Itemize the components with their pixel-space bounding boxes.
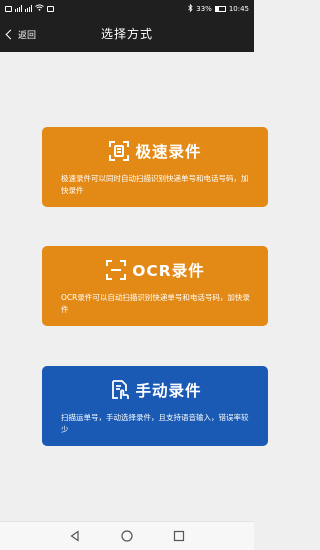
fast-entry-card[interactable]: 极速录件 极速录件可以同时自动扫描识别快递单号和电话号码，加快录件	[42, 127, 268, 207]
clock: 10:45	[228, 4, 249, 13]
card-title: 手动录件	[135, 382, 202, 400]
card-header: 手动录件	[42, 376, 268, 404]
status-bar: 33% 10:45	[0, 0, 254, 17]
ocr-scan-icon	[105, 259, 127, 281]
card-header: OCR录件	[42, 256, 268, 284]
signal-icon	[15, 5, 22, 12]
card-header: 极速录件	[42, 137, 268, 165]
card-title: 极速录件	[135, 143, 202, 161]
system-nav-bar	[0, 521, 254, 550]
signal-icon	[25, 5, 32, 12]
ocr-entry-card[interactable]: OCR录件 OCR录件可以自动扫描识别快递单号和电话号码，加快录件	[42, 246, 268, 326]
sim-icon	[5, 5, 12, 12]
back-triangle-icon[interactable]	[68, 529, 82, 543]
status-right-icons: 33% 10:45	[188, 3, 249, 14]
card-description: 极速录件可以同时自动扫描识别快递单号和电话号码，加快录件	[61, 174, 249, 195]
wifi-icon	[35, 4, 44, 13]
manual-entry-card[interactable]: 手动录件 扫描运单号，手动选择录件，且支持语音输入，错误率较少	[42, 366, 268, 446]
recent-square-icon[interactable]	[172, 529, 186, 543]
card-description: 扫描运单号，手动选择录件，且支持语音输入，错误率较少	[61, 413, 249, 434]
home-circle-icon[interactable]	[120, 529, 134, 543]
bluetooth-icon	[188, 3, 193, 14]
card-description: OCR录件可以自动扫描识别快递单号和电话号码，加快录件	[61, 293, 250, 314]
battery-percent: 33%	[196, 4, 212, 13]
card-title: OCR录件	[132, 262, 205, 280]
status-left-icons	[5, 4, 54, 13]
battery-icon	[214, 5, 226, 12]
scan-frame-icon	[108, 140, 130, 162]
touch-document-icon	[108, 379, 130, 401]
notification-icon	[47, 5, 54, 12]
page-title: 选择方式	[100, 27, 153, 41]
title-bar: 返回 选择方式	[0, 17, 254, 52]
